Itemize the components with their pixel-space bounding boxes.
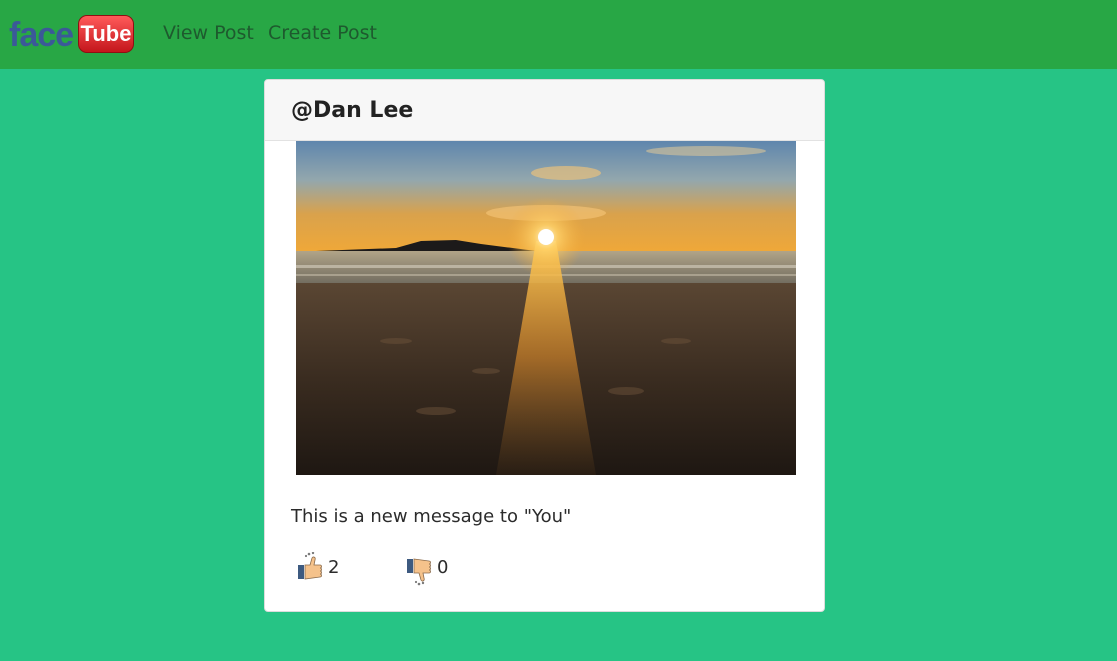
post-message: This is a new message to "You": [291, 506, 572, 527]
post-card: @Dan Lee This is a new message to "You" …: [264, 79, 825, 612]
navbar: face Tube View Post Create Post: [0, 0, 1117, 69]
thumbs-up-icon: [298, 552, 322, 580]
dislike-count: 0: [437, 557, 449, 578]
post-image: [296, 141, 796, 475]
brand-logo-tube: Tube: [78, 15, 134, 53]
nav-link-create-post[interactable]: Create Post: [268, 20, 377, 46]
brand-logo-face: face: [9, 16, 74, 54]
post-author: @Dan Lee: [291, 98, 414, 123]
post-card-header: @Dan Lee: [265, 80, 824, 141]
nav-link-view-post[interactable]: View Post: [163, 20, 254, 46]
like-count: 2: [328, 557, 340, 578]
brand-logo[interactable]: face Tube: [9, 14, 134, 54]
thumbs-down-icon: [407, 558, 431, 586]
